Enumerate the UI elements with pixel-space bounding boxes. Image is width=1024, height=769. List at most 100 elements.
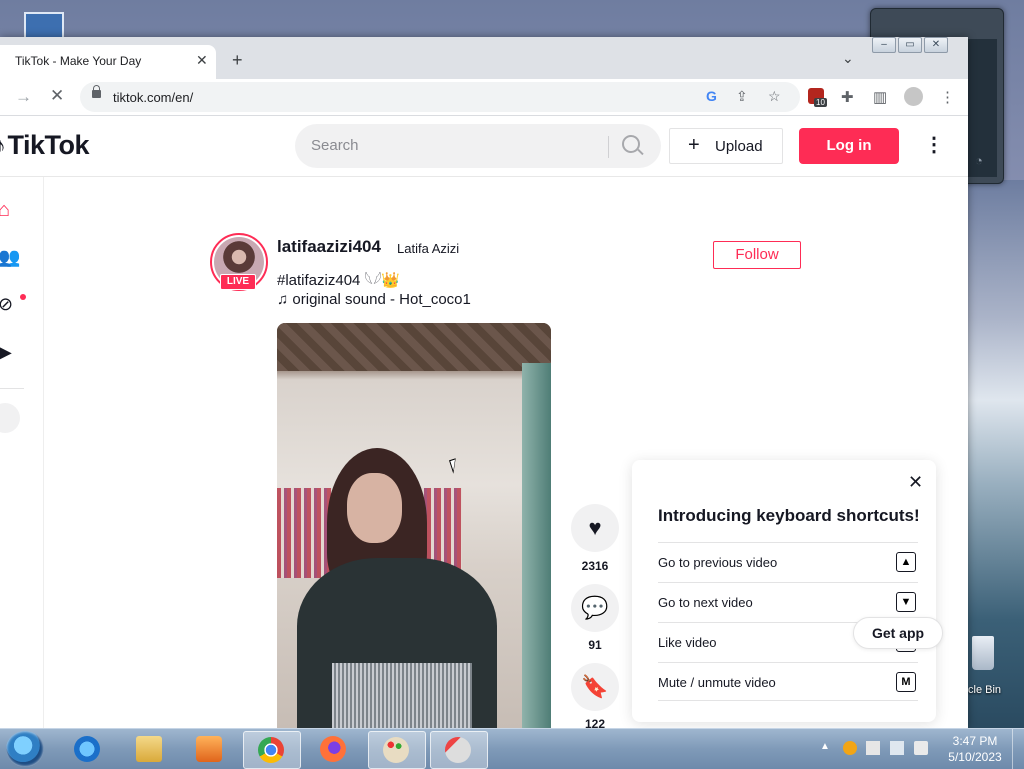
bookmark-star-icon[interactable]: ☆ <box>768 88 781 105</box>
taskbar-snipping-tool[interactable] <box>430 731 488 769</box>
save-count: 122 <box>584 717 606 728</box>
upload-button[interactable]: + Upload <box>669 128 783 164</box>
upload-label: Upload <box>715 138 763 155</box>
new-tab-button[interactable]: + <box>232 50 243 71</box>
explore-notification-dot <box>20 294 26 300</box>
recycle-bin-label: cle Bin <box>968 684 1002 696</box>
clock-date: 5/10/2023 <box>948 750 1002 764</box>
tab-tiktok[interactable]: TikTok - Make Your Day ✕ <box>0 45 216 79</box>
clock-time: 3:47 PM <box>952 734 998 748</box>
shortcuts-divider <box>658 700 918 701</box>
get-app-button[interactable]: Get app <box>853 617 943 649</box>
network-icon[interactable] <box>890 741 904 755</box>
maximize-button[interactable]: ▭ <box>898 37 922 53</box>
follow-button[interactable]: Follow <box>713 241 801 269</box>
arrow-up-key-icon: ▲ <box>896 552 916 572</box>
taskbar-media-player[interactable] <box>182 731 238 767</box>
taskbar-paint[interactable] <box>368 731 426 769</box>
search-placeholder: Search <box>311 137 359 154</box>
chrome-window: TikTok - Make Your Day ✕ + ⌄ → ✕ tiktok.… <box>0 37 968 728</box>
tab-search-chevron-icon[interactable]: ⌄ <box>842 50 854 67</box>
taskbar-explorer[interactable] <box>122 731 178 767</box>
show-hidden-icons[interactable]: ▲ <box>820 741 830 752</box>
url-text[interactable]: tiktok.com/en/ <box>113 90 193 105</box>
tiktok-header: ♪TikTok Search + Upload Log in ⋮ <box>0 116 968 177</box>
tiktok-logo[interactable]: ♪TikTok <box>0 130 90 161</box>
close-window-button[interactable]: ✕ <box>924 37 948 53</box>
live-badge: LIVE <box>220 274 256 290</box>
keyboard-shortcuts-panel: ✕ Introducing keyboard shortcuts! Go to … <box>632 460 936 722</box>
system-clock[interactable]: 3:47 PM 5/10/2023 <box>940 733 1010 765</box>
tab-strip: TikTok - Make Your Day ✕ + ⌄ <box>0 37 968 79</box>
chrome-menu-icon[interactable]: ⋮ <box>940 88 955 106</box>
tiktok-page: ♪TikTok Search + Upload Log in ⋮ ⌂ 👥 ⊘ ▶… <box>0 116 968 728</box>
recycle-bin-icon[interactable]: cle Bin <box>968 632 1024 702</box>
extension-shield-icon[interactable]: 10 <box>808 88 827 107</box>
forward-arrow-icon[interactable]: → <box>15 87 32 107</box>
search-divider <box>608 136 609 158</box>
comment-bubble-icon: 💬 <box>581 595 609 620</box>
taskbar-chrome[interactable] <box>243 731 301 769</box>
home-icon[interactable]: ⌂ <box>0 199 20 221</box>
show-desktop-button[interactable] <box>1012 729 1024 769</box>
like-button[interactable]: ♥ <box>571 504 619 552</box>
internet-explorer-icon <box>74 736 100 762</box>
avast-tray-icon[interactable] <box>843 741 857 755</box>
shortcuts-title: Introducing keyboard shortcuts! <box>658 506 920 525</box>
computer-desktop-icon[interactable] <box>14 6 64 42</box>
comment-button[interactable]: 💬 <box>571 584 619 632</box>
bookmark-icon: 🔖 <box>581 674 609 699</box>
window-controls: – ▭ ✕ <box>872 37 972 57</box>
more-menu-icon[interactable]: ⋮ <box>924 132 944 157</box>
plus-icon: + <box>688 134 700 156</box>
author-username[interactable]: latifaazizi404 <box>277 237 381 257</box>
music-link[interactable]: ♫ original sound - Hot_coco1 <box>277 291 471 308</box>
background-window-icon: ◔ <box>975 153 983 168</box>
following-icon[interactable]: 👥 <box>0 247 20 269</box>
folder-icon <box>136 736 162 762</box>
explore-compass-icon[interactable]: ⊘ <box>0 294 20 316</box>
post-caption[interactable]: #latifaziz404 𓆩𓆪👑 <box>277 265 400 290</box>
shortcut-row: Go to previous video ▲ <box>658 542 918 583</box>
share-icon[interactable]: ⇪ <box>736 88 748 105</box>
like-count: 2316 <box>581 559 609 573</box>
browser-toolbar: → ✕ tiktok.com/en/ G ⇪ ☆ 10 ✚ ▥ ⋮ <box>0 79 968 116</box>
comment-count: 91 <box>588 638 602 652</box>
shortcut-label: Like video <box>658 635 717 650</box>
google-lens-icon[interactable]: G <box>706 88 717 104</box>
close-icon[interactable]: ✕ <box>908 472 923 493</box>
lock-icon[interactable] <box>92 85 101 98</box>
tiktok-sidebar: ⌂ 👥 ⊘ ▶ <box>0 177 44 728</box>
side-panel-icon[interactable]: ▥ <box>873 88 887 106</box>
start-button[interactable] <box>6 731 44 767</box>
profile-avatar-icon[interactable] <box>904 87 923 106</box>
scissors-icon <box>445 737 471 763</box>
tab-close-icon[interactable]: ✕ <box>196 52 208 69</box>
shortcut-label: Mute / unmute video <box>658 675 776 690</box>
action-center-flag-icon[interactable] <box>866 741 880 755</box>
heart-icon: ♥ <box>588 515 602 540</box>
login-button[interactable]: Log in <box>799 128 899 164</box>
live-video-icon[interactable]: ▶ <box>0 342 20 364</box>
address-bar[interactable]: tiktok.com/en/ G ⇪ ☆ <box>80 82 800 112</box>
stop-loading-icon[interactable]: ✕ <box>50 86 64 106</box>
shortcut-row: Mute / unmute video M <box>658 662 918 703</box>
extensions-puzzle-icon[interactable]: ✚ <box>841 88 854 106</box>
author-nickname[interactable]: Latifa Azizi <box>397 241 459 256</box>
search-icon[interactable] <box>622 135 640 153</box>
video-player[interactable] <box>277 323 551 728</box>
extension-badge-count: 10 <box>814 98 827 107</box>
taskbar-ie[interactable] <box>60 731 116 767</box>
taskbar-firefox[interactable] <box>306 731 362 767</box>
shortcut-label: Go to next video <box>658 595 753 610</box>
shortcut-label: Go to previous video <box>658 555 778 570</box>
sidebar-divider <box>0 388 24 389</box>
minimize-button[interactable]: – <box>872 37 896 53</box>
save-button[interactable]: 🔖 <box>571 663 619 711</box>
search-input[interactable]: Search <box>295 124 661 168</box>
windows-taskbar: ▲ 3:47 PM 5/10/2023 <box>0 728 1024 769</box>
sidebar-login-pill[interactable] <box>0 403 20 433</box>
tab-title: TikTok - Make Your Day <box>15 54 142 68</box>
paint-palette-icon <box>383 737 409 763</box>
volume-icon[interactable] <box>914 741 928 755</box>
